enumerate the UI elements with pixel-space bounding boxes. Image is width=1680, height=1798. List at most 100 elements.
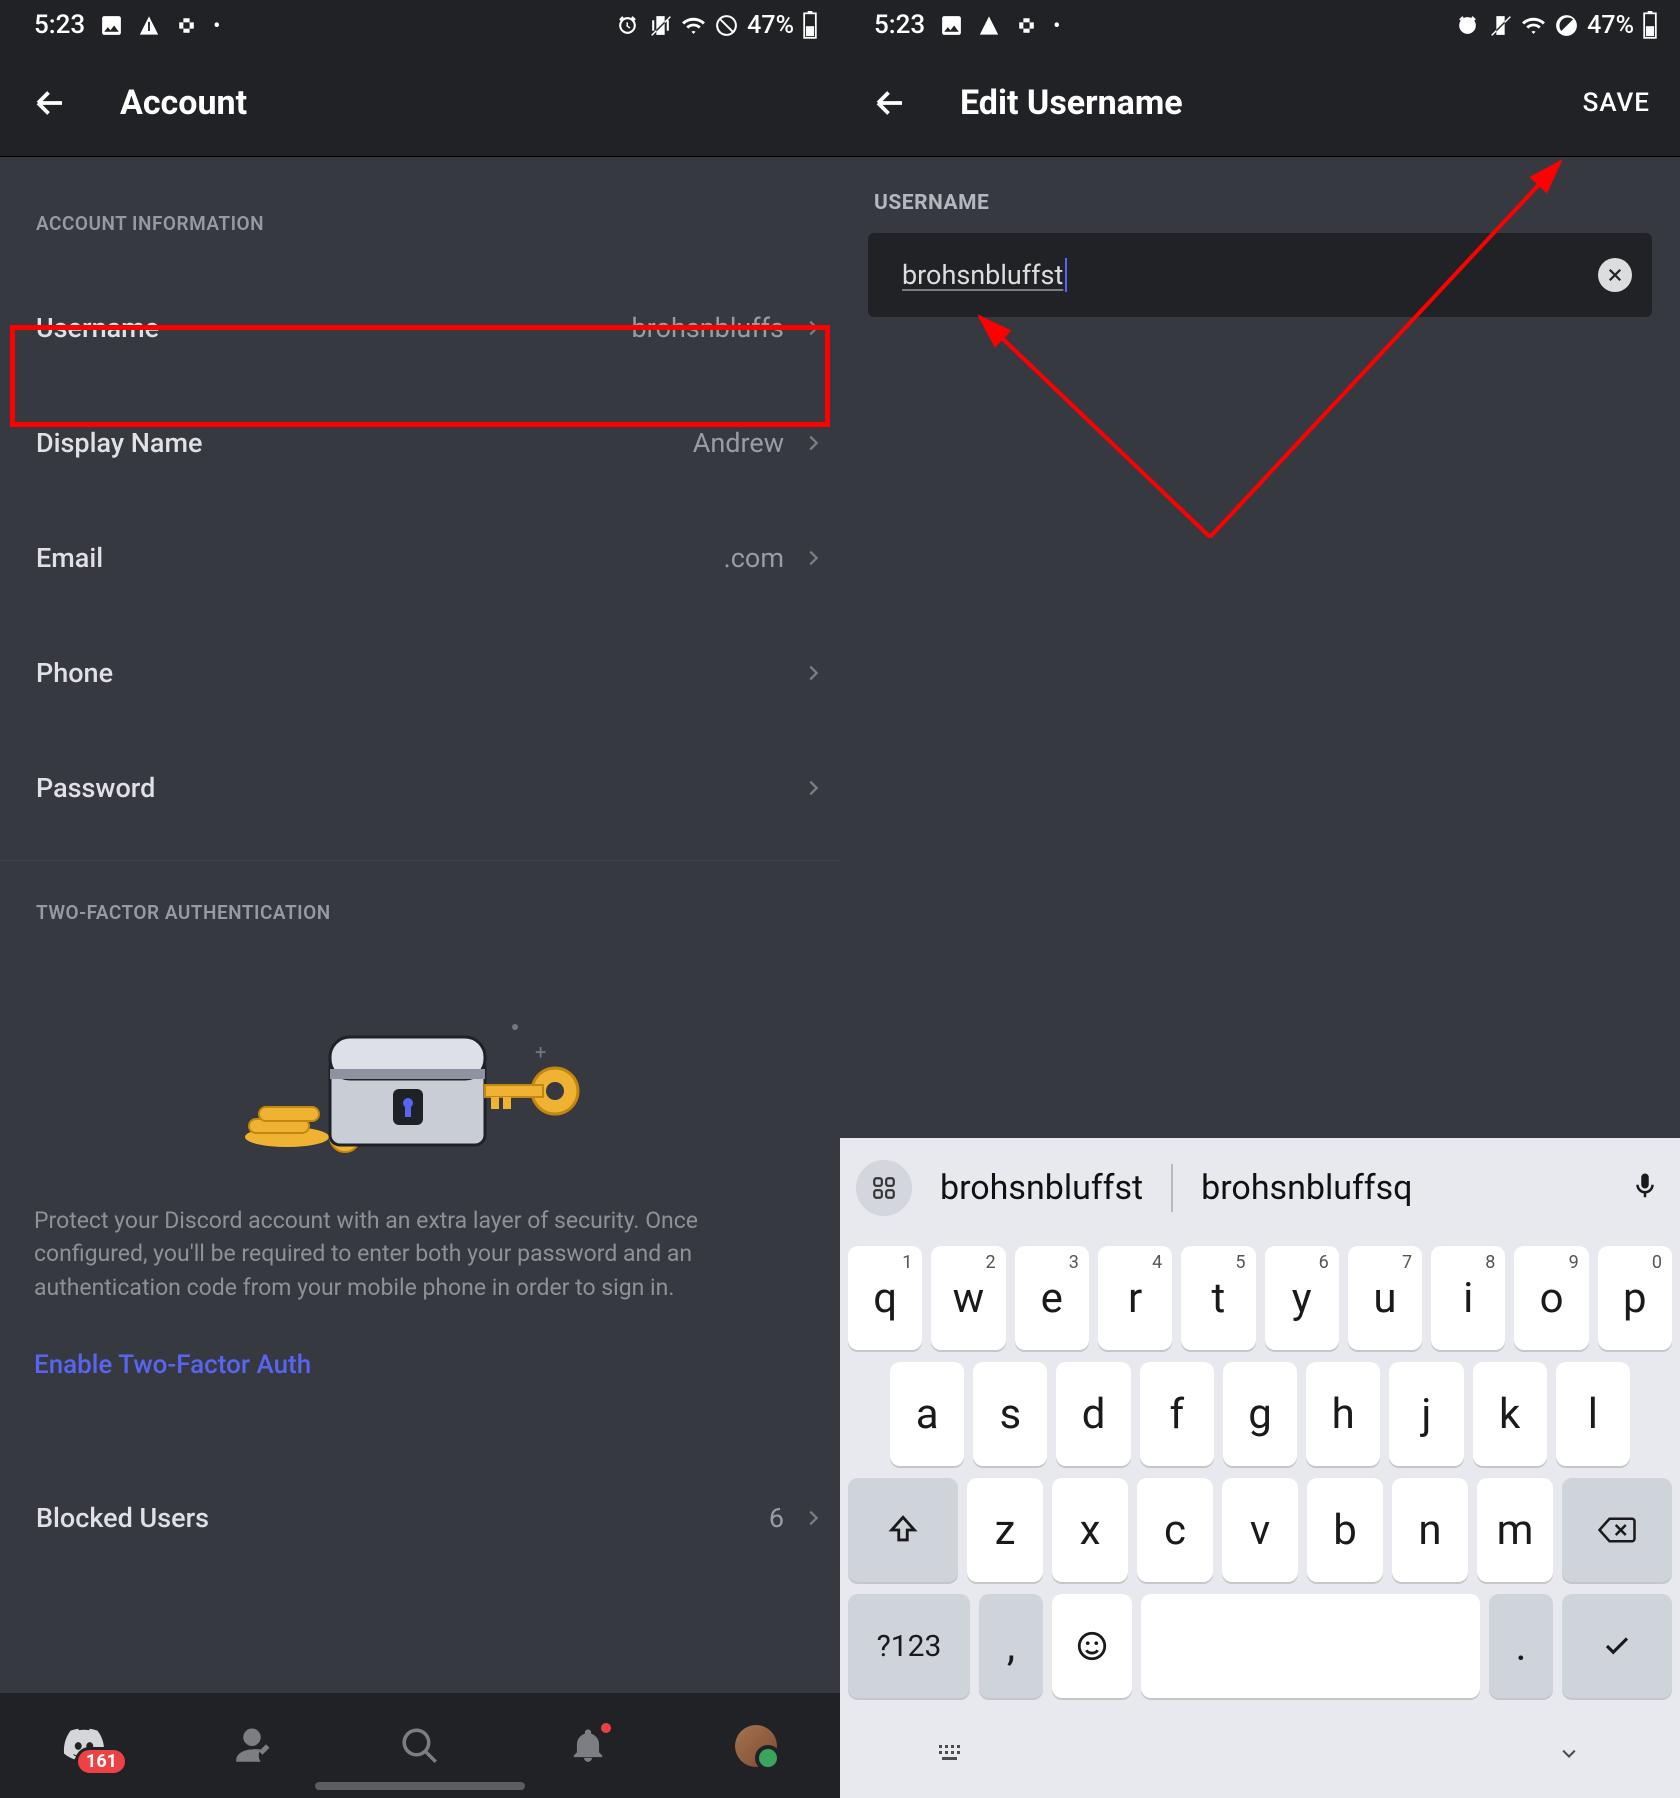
suggestion-2[interactable]: brohsnbluffsq	[1201, 1168, 1412, 1208]
key-z[interactable]: z	[967, 1478, 1043, 1582]
keyboard-row-4: ?123 , .	[848, 1594, 1672, 1698]
chevron-right-icon	[802, 317, 824, 339]
wifi-icon	[681, 13, 706, 38]
key-a[interactable]: a	[890, 1362, 964, 1466]
page-title: Edit Username	[960, 83, 1183, 123]
status-more: •	[213, 13, 220, 37]
nav-profile[interactable]	[726, 1716, 786, 1776]
chevron-right-icon	[802, 547, 824, 569]
nav-badge: 161	[75, 1747, 128, 1776]
nav-search[interactable]	[390, 1716, 450, 1776]
tfa-enable-link[interactable]: Enable Two-Factor Auth	[34, 1350, 806, 1380]
row-phone[interactable]: Phone	[0, 615, 840, 730]
suggestion-1[interactable]: brohsnbluffst	[940, 1168, 1143, 1208]
keyboard-suggestions: brohsnbluffst brohsnbluffsq	[840, 1138, 1680, 1238]
keyboard-mic[interactable]	[1630, 1167, 1660, 1209]
shift-icon	[886, 1513, 920, 1547]
nav-friends[interactable]	[222, 1716, 282, 1776]
key-period[interactable]: .	[1489, 1594, 1553, 1698]
row-label: Blocked Users	[36, 1502, 209, 1534]
avatar	[735, 1725, 777, 1767]
row-label: Username	[36, 312, 159, 344]
key-d[interactable]: d	[1056, 1362, 1130, 1466]
nav-notifications[interactable]	[558, 1716, 618, 1776]
chevron-right-icon	[802, 777, 824, 799]
key-n[interactable]: n	[1392, 1478, 1468, 1582]
battery-pct: 47%	[747, 11, 794, 40]
key-x[interactable]: x	[1052, 1478, 1128, 1582]
bottom-nav: 161	[0, 1693, 840, 1798]
key-u[interactable]: u7	[1348, 1246, 1422, 1350]
arrow-left-icon	[32, 85, 68, 121]
key-backspace[interactable]	[1562, 1478, 1672, 1582]
key-g[interactable]: g	[1223, 1362, 1297, 1466]
key-p[interactable]: p0	[1598, 1246, 1672, 1350]
row-display-name[interactable]: Display Name Andrew	[0, 385, 840, 500]
row-label: Display Name	[36, 427, 202, 459]
back-button[interactable]	[30, 83, 70, 123]
nav-home[interactable]: 161	[54, 1716, 114, 1776]
key-s[interactable]: s	[973, 1362, 1047, 1466]
key-t[interactable]: t5	[1181, 1246, 1255, 1350]
status-bar: 5:23 • 47%	[840, 0, 1680, 50]
key-emoji[interactable]	[1052, 1594, 1132, 1698]
key-f[interactable]: f	[1140, 1362, 1214, 1466]
battery-pct: 47%	[1587, 11, 1634, 40]
key-y[interactable]: y6	[1265, 1246, 1339, 1350]
key-l[interactable]: l	[1556, 1362, 1630, 1466]
key-e[interactable]: e3	[1015, 1246, 1089, 1350]
key-w[interactable]: w2	[931, 1246, 1005, 1350]
keyboard-row-3: zxcvbnm	[848, 1478, 1672, 1582]
key-enter[interactable]	[1562, 1594, 1672, 1698]
key-v[interactable]: v	[1222, 1478, 1298, 1582]
chevron-right-icon	[802, 1507, 824, 1529]
key-r[interactable]: r4	[1098, 1246, 1172, 1350]
key-k[interactable]: k	[1473, 1362, 1547, 1466]
row-email[interactable]: Email .com	[0, 500, 840, 615]
status-time: 5:23	[34, 10, 85, 40]
grid-icon	[871, 1175, 897, 1201]
chevron-right-icon	[802, 662, 824, 684]
row-password[interactable]: Password	[0, 730, 840, 845]
row-value: 6	[769, 1502, 784, 1534]
key-o[interactable]: o9	[1514, 1246, 1588, 1350]
back-button[interactable]	[870, 83, 910, 123]
key-q[interactable]: q1	[848, 1246, 922, 1350]
username-input[interactable]: brohsnbluffst	[868, 233, 1652, 317]
check-icon	[1598, 1631, 1636, 1661]
text-cursor	[1065, 258, 1067, 292]
image-icon	[939, 13, 964, 38]
key-j[interactable]: j	[1389, 1362, 1463, 1466]
chevron-down-icon[interactable]	[1554, 1744, 1584, 1764]
wifi-icon	[1521, 13, 1546, 38]
keyboard: brohsnbluffst brohsnbluffsq q1w2e3r4t5y6…	[840, 1138, 1680, 1798]
chevron-right-icon	[802, 432, 824, 454]
account-content: ACCOUNT INFORMATION Username brohsnbluff…	[0, 157, 840, 1693]
key-c[interactable]: c	[1137, 1478, 1213, 1582]
key-space[interactable]	[1141, 1594, 1480, 1698]
section-tfa: TWO-FACTOR AUTHENTICATION	[0, 861, 840, 924]
key-shift[interactable]	[848, 1478, 958, 1582]
key-m[interactable]: m	[1477, 1478, 1553, 1582]
home-handle[interactable]	[315, 1782, 525, 1790]
keyboard-nav	[840, 1710, 1680, 1798]
friends-icon	[231, 1725, 273, 1767]
key-comma[interactable]: ,	[979, 1594, 1043, 1698]
battery-icon	[1642, 11, 1658, 39]
row-blocked-users[interactable]: Blocked Users 6	[0, 1460, 840, 1575]
close-icon	[1606, 266, 1624, 284]
vibrate-icon	[648, 13, 673, 38]
keyboard-menu[interactable]	[856, 1160, 912, 1216]
key-i[interactable]: i8	[1431, 1246, 1505, 1350]
keyboard-hide-icon[interactable]	[936, 1741, 972, 1767]
key-b[interactable]: b	[1307, 1478, 1383, 1582]
key-h[interactable]: h	[1306, 1362, 1380, 1466]
key-symbols[interactable]: ?123	[848, 1594, 970, 1698]
alarm-icon	[1455, 13, 1480, 38]
alarm-icon	[615, 13, 640, 38]
dnd-icon	[714, 13, 739, 38]
save-button[interactable]: SAVE	[1583, 88, 1650, 118]
section-account-info: ACCOUNT INFORMATION	[0, 157, 840, 235]
row-username[interactable]: Username brohsnbluffs	[0, 270, 840, 385]
clear-button[interactable]	[1598, 258, 1632, 292]
